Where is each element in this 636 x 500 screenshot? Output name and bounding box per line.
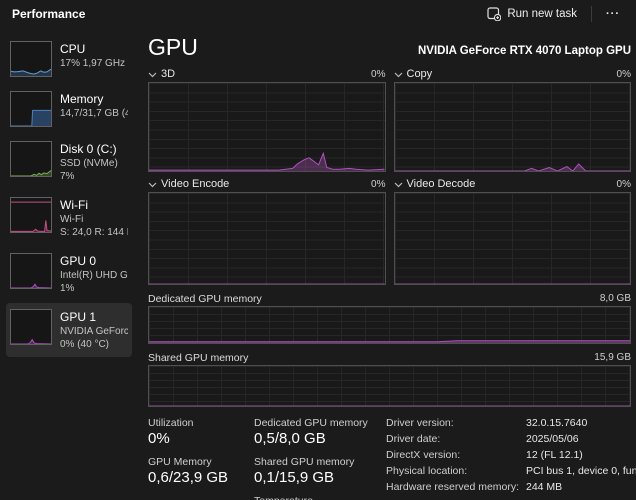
top-bar: Performance Run new task ···: [0, 0, 636, 27]
topbar-divider: [591, 6, 592, 22]
dedicated-memory-chart: [148, 306, 631, 344]
sidebar-memory-title: Memory: [60, 92, 128, 107]
sidebar-item-memory[interactable]: Memory 14,7/31,7 GB (46%): [6, 85, 132, 133]
run-new-task-icon: [487, 7, 501, 21]
shared-memory-chart: [148, 365, 631, 407]
cpu-thumbnail-chart: [10, 41, 52, 77]
video-decode-usage-chart: [394, 192, 632, 285]
sidebar-disk-title: Disk 0 (C:): [60, 142, 118, 157]
shared-memory-title: Shared GPU memory: [148, 352, 248, 364]
run-new-task-label: Run new task: [507, 8, 577, 20]
sidebar-item-wifi[interactable]: Wi-Fi Wi-Fi S: 24,0 R: 144 Kbps: [6, 191, 132, 245]
sidebar-item-cpu[interactable]: CPU 17% 1,97 GHz: [6, 35, 132, 83]
physical-location-value: PCI bus 1, device 0, function 0: [526, 465, 636, 477]
sidebar-wifi-stats: S: 24,0 R: 144 Kbps: [60, 226, 128, 239]
gpu1-thumbnail-chart: [10, 309, 52, 345]
copy-usage-chart: [394, 82, 632, 172]
hardware-reserved-label: Hardware reserved memory:: [386, 481, 518, 493]
driver-date-label: Driver date:: [386, 433, 518, 445]
run-new-task-button[interactable]: Run new task: [479, 3, 585, 25]
driver-version-value: 32.0.15.7640: [526, 417, 636, 429]
video-encode-usage-chart: [148, 192, 386, 285]
chart-value-copy: 0%: [617, 69, 631, 80]
memory-thumbnail-chart: [10, 91, 52, 127]
driver-version-label: Driver version:: [386, 417, 518, 429]
chart-title-video-decode: Video Decode: [407, 178, 476, 190]
chart-title-copy: Copy: [407, 68, 433, 80]
sidebar-gpu0-name: Intel(R) UHD Graphics: [60, 269, 128, 282]
chart-title-3d: 3D: [161, 68, 175, 80]
chevron-down-icon[interactable]: [394, 181, 403, 188]
utilization-label: Utilization: [148, 417, 240, 429]
chart-value-video-encode: 0%: [371, 179, 385, 190]
gpu-memory-label: GPU Memory: [148, 456, 240, 468]
chevron-down-icon[interactable]: [148, 181, 157, 188]
shared-memory-capacity: 15,9 GB: [594, 352, 631, 363]
sidebar-memory-stats: 14,7/31,7 GB (46%): [60, 107, 128, 120]
sidebar-gpu0-title: GPU 0: [60, 254, 128, 269]
performance-sidebar: CPU 17% 1,97 GHz Memory 14,7/31,7 GB (46…: [0, 27, 135, 500]
driver-details: Driver version: 32.0.15.7640 Driver date…: [386, 417, 636, 500]
directx-version-value: 12 (FL 12.1): [526, 449, 636, 461]
sidebar-wifi-title: Wi-Fi: [60, 198, 128, 213]
chevron-down-icon[interactable]: [394, 71, 403, 78]
sidebar-gpu1-title: GPU 1: [60, 310, 128, 325]
more-options-button[interactable]: ···: [598, 4, 628, 24]
3d-usage-chart: [148, 82, 386, 172]
physical-location-label: Physical location:: [386, 465, 518, 477]
sidebar-item-disk[interactable]: Disk 0 (C:) SSD (NVMe) 7%: [6, 135, 132, 189]
sidebar-wifi-name: Wi-Fi: [60, 213, 128, 226]
utilization-value: 0%: [148, 430, 240, 447]
page-title: Performance: [12, 7, 85, 21]
hardware-reserved-value: 244 MB: [526, 481, 636, 493]
gpu-stats-section: Utilization 0% GPU Memory 0,6/23,9 GB De…: [148, 417, 631, 500]
dedicated-memory-stat-label: Dedicated GPU memory: [254, 417, 372, 429]
gpu-detail-panel: GPU NVIDIA GeForce RTX 4070 Laptop GPU 3…: [135, 27, 636, 500]
sidebar-cpu-stats: 17% 1,97 GHz: [60, 57, 125, 70]
gpu-device-name: NVIDIA GeForce RTX 4070 Laptop GPU: [418, 45, 631, 60]
chart-value-3d: 0%: [371, 69, 385, 80]
sidebar-item-gpu1[interactable]: GPU 1 NVIDIA GeForce RTX... 0% (40 °C): [6, 303, 132, 357]
wifi-thumbnail-chart: [10, 197, 52, 233]
dedicated-memory-title: Dedicated GPU memory: [148, 293, 262, 305]
temperature-label: Temperature: [254, 495, 372, 500]
shared-memory-stat-value: 0,1/15,9 GB: [254, 469, 372, 486]
task-manager-window: Performance Run new task ···: [0, 0, 636, 500]
chart-value-video-decode: 0%: [617, 179, 631, 190]
sidebar-gpu1-name: NVIDIA GeForce RTX...: [60, 325, 128, 338]
gpu0-thumbnail-chart: [10, 253, 52, 289]
dedicated-memory-stat-value: 0,5/8,0 GB: [254, 430, 372, 447]
directx-version-label: DirectX version:: [386, 449, 518, 461]
sidebar-gpu1-stats: 0% (40 °C): [60, 338, 128, 351]
chevron-down-icon[interactable]: [148, 71, 157, 78]
gpu-panel-title: GPU: [148, 35, 198, 60]
chart-title-video-encode: Video Encode: [161, 178, 229, 190]
driver-date-value: 2025/05/06: [526, 433, 636, 445]
sidebar-disk-type: SSD (NVMe): [60, 157, 118, 170]
sidebar-cpu-title: CPU: [60, 42, 125, 57]
shared-memory-stat-label: Shared GPU memory: [254, 456, 372, 468]
gpu-memory-value: 0,6/23,9 GB: [148, 469, 240, 486]
disk-thumbnail-chart: [10, 141, 52, 177]
dedicated-memory-capacity: 8,0 GB: [600, 293, 631, 304]
sidebar-disk-stats: 7%: [60, 170, 118, 183]
sidebar-item-gpu0[interactable]: GPU 0 Intel(R) UHD Graphics 1%: [6, 247, 132, 301]
sidebar-gpu0-stats: 1%: [60, 282, 128, 295]
